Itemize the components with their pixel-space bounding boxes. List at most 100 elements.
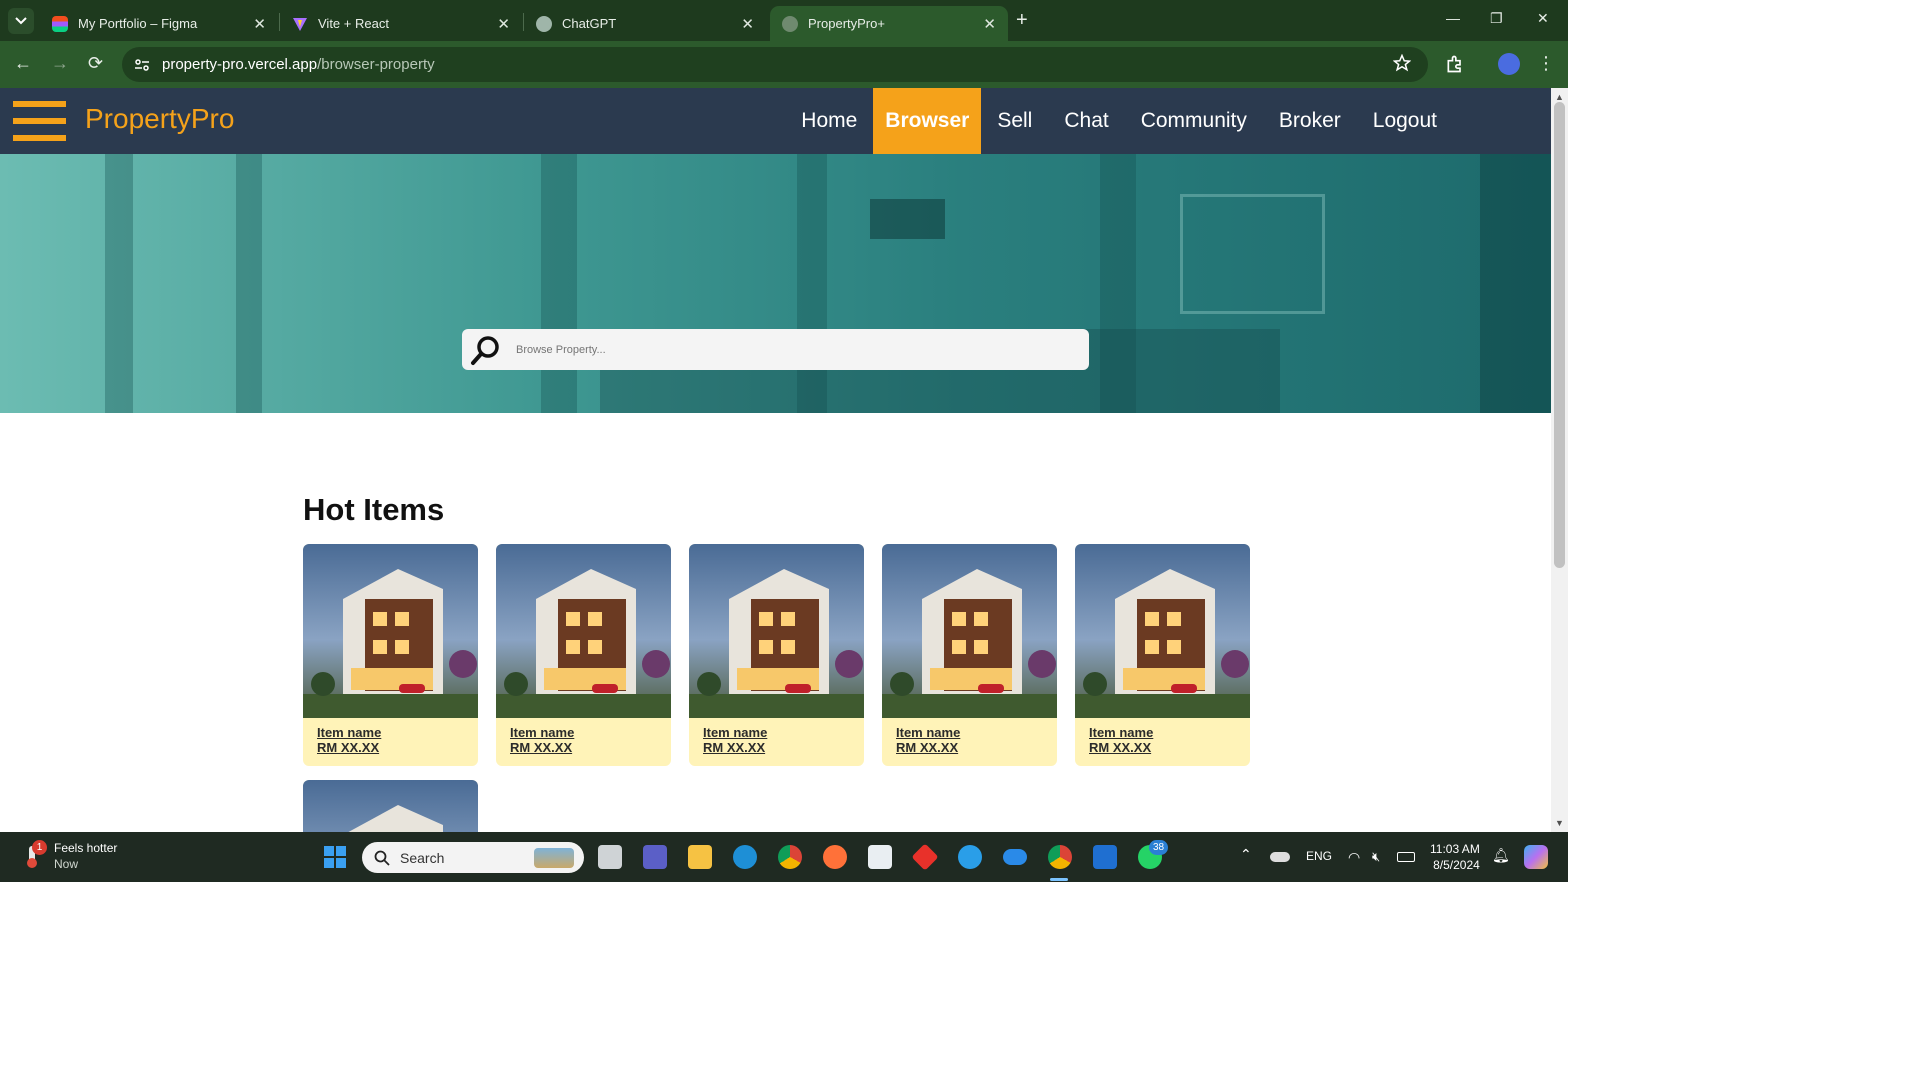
property-name[interactable]: Item name <box>896 725 960 740</box>
tab-chatgpt[interactable]: ChatGPT ✕ <box>524 6 766 41</box>
onedrive-tray-icon[interactable] <box>1270 852 1290 862</box>
taskbar-search-box[interactable]: Search <box>362 842 584 873</box>
close-window-icon[interactable]: ✕ <box>1537 10 1549 27</box>
property-price[interactable]: RM XX.XX <box>317 740 381 755</box>
property-image[interactable] <box>882 544 1057 718</box>
property-price[interactable]: RM XX.XX <box>1089 740 1153 755</box>
hero-decor <box>1480 154 1551 413</box>
brand-logo[interactable]: PropertyPro <box>85 103 234 135</box>
onedrive-icon[interactable] <box>1003 849 1027 865</box>
hero-decor <box>541 154 577 413</box>
tab-search-button[interactable] <box>8 8 34 34</box>
main-menu: Home Browser Sell Chat Community Broker … <box>785 88 1551 154</box>
property-name[interactable]: Item name <box>317 725 381 740</box>
bookmark-star-icon[interactable] <box>1393 54 1411 72</box>
property-name[interactable]: Item name <box>510 725 574 740</box>
battery-icon[interactable] <box>1397 852 1415 862</box>
hamburger-menu-icon[interactable] <box>13 101 66 141</box>
hero-decor <box>236 154 262 413</box>
property-caption[interactable]: Item name RM XX.XX <box>1089 725 1153 755</box>
reload-icon[interactable]: ⟳ <box>88 53 103 74</box>
profile-avatar[interactable] <box>1498 53 1520 75</box>
property-card[interactable]: Item nameRM XX.XX <box>1075 544 1250 766</box>
tab-vite[interactable]: Vite + React ✕ <box>280 6 522 41</box>
scroll-up-icon[interactable]: ▲ <box>1555 92 1564 102</box>
nav-sell[interactable]: Sell <box>981 88 1048 154</box>
tab-figma[interactable]: My Portfolio – Figma ✕ <box>40 6 278 41</box>
browser-menu-icon[interactable]: ⋮ <box>1537 53 1555 74</box>
site-info-icon[interactable] <box>134 57 150 73</box>
copilot-icon[interactable] <box>1524 845 1548 869</box>
search-icon[interactable] <box>468 333 502 367</box>
system-clock[interactable]: 11:03 AM 8/5/2024 <box>1430 841 1480 873</box>
edge-icon[interactable] <box>733 845 757 869</box>
forward-arrow-icon[interactable]: → <box>51 53 69 74</box>
property-name[interactable]: Item name <box>703 725 767 740</box>
file-explorer-icon[interactable] <box>688 845 712 869</box>
weather-widget[interactable]: 1 Feels hotter Now <box>22 840 117 872</box>
notification-bell-icon[interactable]: 🔔︎ <box>1492 847 1510 864</box>
quick-assist-icon[interactable] <box>958 845 982 869</box>
firefox-icon[interactable] <box>823 845 847 869</box>
whatsapp-badge: 38 <box>1149 840 1168 855</box>
property-search-bar[interactable] <box>462 329 1089 370</box>
property-card[interactable]: Item nameRM XX.XX <box>689 544 864 766</box>
hero-decor <box>870 199 945 239</box>
globe-icon <box>782 15 798 32</box>
windows-start-icon[interactable] <box>323 845 347 869</box>
speaker-muted-icon[interactable]: 🔇︎ <box>1372 849 1380 865</box>
language-indicator[interactable]: ENG <box>1306 849 1332 863</box>
microsoft-store-icon[interactable] <box>868 845 892 869</box>
property-caption[interactable]: Item name RM XX.XX <box>896 725 960 755</box>
tab-close-icon[interactable]: ✕ <box>983 15 996 33</box>
chevron-down-icon <box>15 17 27 25</box>
nav-community[interactable]: Community <box>1125 88 1263 154</box>
property-card[interactable]: Item nameRM XX.XX <box>303 544 478 766</box>
nav-broker[interactable]: Broker <box>1263 88 1357 154</box>
figma-icon <box>52 15 68 32</box>
property-price[interactable]: RM XX.XX <box>703 740 767 755</box>
address-bar[interactable]: property-pro.vercel.app/browser-property <box>122 47 1428 82</box>
minimize-icon[interactable]: — <box>1446 10 1460 26</box>
new-tab-button[interactable]: + <box>1016 9 1028 32</box>
property-card[interactable]: Item nameRM XX.XX <box>303 780 478 832</box>
property-image[interactable] <box>1075 544 1250 718</box>
chrome-icon[interactable] <box>778 845 802 869</box>
property-caption[interactable]: Item name RM XX.XX <box>510 725 574 755</box>
tab-propertypro[interactable]: PropertyPro+ ✕ <box>770 6 1008 41</box>
wifi-icon[interactable]: ◠ <box>1348 849 1360 866</box>
extensions-puzzle-icon[interactable] <box>1445 54 1465 74</box>
property-image[interactable] <box>689 544 864 718</box>
teams-icon[interactable] <box>643 845 667 869</box>
scroll-down-icon[interactable]: ▼ <box>1555 818 1564 828</box>
property-card[interactable]: Item nameRM XX.XX <box>496 544 671 766</box>
property-search-input[interactable] <box>516 343 1036 356</box>
chrome-profile-icon[interactable] <box>1048 845 1072 869</box>
vscode-icon[interactable] <box>1093 845 1117 869</box>
property-name[interactable]: Item name <box>1089 725 1153 740</box>
property-card[interactable]: Item nameRM XX.XX <box>882 544 1057 766</box>
scrollbar-thumb[interactable] <box>1554 102 1565 568</box>
tab-close-icon[interactable]: ✕ <box>741 15 754 33</box>
property-price[interactable]: RM XX.XX <box>510 740 574 755</box>
nav-chat[interactable]: Chat <box>1048 88 1124 154</box>
property-image[interactable] <box>303 780 478 832</box>
page-scrollbar[interactable]: ▲ ▼ <box>1551 88 1568 832</box>
browser-toolbar: ← → ⟳ property-pro.vercel.app/browser-pr… <box>0 41 1568 88</box>
tab-close-icon[interactable]: ✕ <box>253 15 266 33</box>
back-arrow-icon[interactable]: ← <box>14 53 32 74</box>
property-image[interactable] <box>496 544 671 718</box>
tab-close-icon[interactable]: ✕ <box>497 15 510 33</box>
nav-browser[interactable]: Browser <box>873 88 982 154</box>
property-caption[interactable]: Item name RM XX.XX <box>317 725 381 755</box>
chevron-up-icon[interactable]: ⌃ <box>1240 846 1252 863</box>
tab-title: Vite + React <box>318 16 389 31</box>
nav-home[interactable]: Home <box>785 88 873 154</box>
task-view-icon[interactable] <box>598 845 622 869</box>
nav-logout[interactable]: Logout <box>1357 88 1551 154</box>
restore-icon[interactable]: ❐ <box>1490 10 1503 27</box>
property-image[interactable] <box>303 544 478 718</box>
property-caption[interactable]: Item name RM XX.XX <box>703 725 767 755</box>
anydesk-icon[interactable] <box>911 843 939 871</box>
property-price[interactable]: RM XX.XX <box>896 740 960 755</box>
